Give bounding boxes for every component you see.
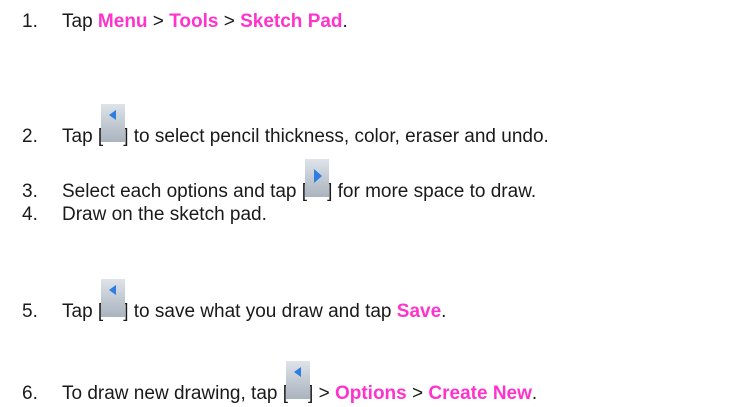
step-1: 1. Tap Menu > Tools > Sketch Pad. xyxy=(22,11,348,33)
back-arrow-icon xyxy=(101,104,126,150)
step-text: > xyxy=(406,383,429,404)
step-4: 4. Draw on the sketch pad. xyxy=(22,204,267,226)
keyword-tools: Tools xyxy=(169,11,219,32)
step-text: Tap [ xyxy=(62,301,104,322)
step-text: Tap [ xyxy=(62,126,104,147)
step-text: Select each options and tap [ xyxy=(62,181,308,202)
step-number: 2. xyxy=(22,126,38,147)
keyword-sketch-pad: Sketch Pad xyxy=(240,11,343,32)
step-6: 6. To draw new drawing, tap [] > Options … xyxy=(22,361,538,407)
keyword-save: Save xyxy=(396,301,442,322)
keyword-menu: Menu xyxy=(97,11,148,32)
step-text: . xyxy=(531,383,538,404)
step-text: To draw new drawing, tap [ xyxy=(62,383,289,404)
step-text: > xyxy=(218,11,241,32)
step-2: 2. Tap [ ] to select pencil thickness, col… xyxy=(22,104,549,150)
step-text: > xyxy=(147,11,170,32)
forward-arrow-icon xyxy=(305,159,330,205)
keyword-options: Options xyxy=(334,383,407,404)
step-text: . xyxy=(441,301,447,322)
step-number: 6. xyxy=(22,383,38,404)
step-number: 4. xyxy=(22,204,38,225)
step-text: ] for more space to draw. xyxy=(327,181,537,202)
back-arrow-icon xyxy=(101,279,126,325)
back-arrow-icon xyxy=(286,361,311,407)
step-text: Draw on the sketch pad. xyxy=(62,204,267,225)
keyword-create-new: Create New xyxy=(428,383,532,404)
step-number: 3. xyxy=(22,181,38,202)
step-3: 3. Select each options and tap [ ] for mor… xyxy=(22,159,537,205)
step-text: ] to select pencil thickness, color, era… xyxy=(123,126,549,147)
step-text: . xyxy=(342,11,348,32)
step-5: 5. Tap [ ] to save what you draw and tap S… xyxy=(22,279,447,325)
step-text: Tap xyxy=(62,11,98,32)
step-number: 1. xyxy=(22,11,38,32)
step-number: 5. xyxy=(22,301,38,322)
step-text: ] to save what you draw and tap xyxy=(123,301,397,322)
step-text: ] > xyxy=(308,383,335,404)
instruction-list: 1. Tap Menu > Tools > Sketch Pad. 2. Tap [… xyxy=(0,0,751,406)
